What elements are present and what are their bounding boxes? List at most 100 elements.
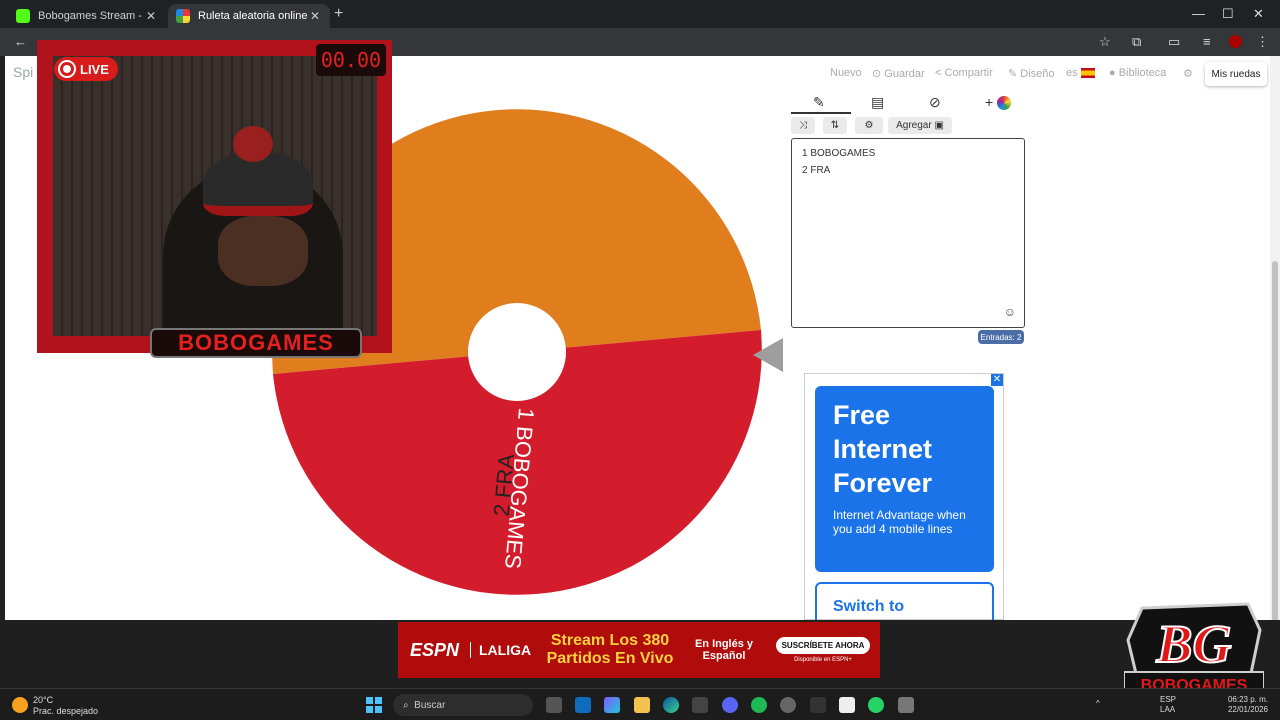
guardar-label: Guardar (884, 68, 925, 80)
agregar-label: Agregar (896, 120, 932, 131)
outlook-icon[interactable] (575, 697, 591, 713)
save-icon: ⊙ (872, 68, 882, 80)
weather-temp: 20°C (33, 695, 54, 705)
file-explorer-icon[interactable] (634, 697, 650, 713)
ad-headline-card[interactable]: Free Internet Forever Internet Advantage… (815, 386, 994, 572)
webcam-frame (37, 40, 392, 353)
record-dot-icon (60, 62, 74, 76)
windows-start-icon[interactable] (366, 697, 382, 713)
ad-switch-text: Switch to (833, 598, 905, 615)
hide-tab-icon[interactable]: ⊘ (929, 94, 941, 111)
side-ad[interactable]: ✕ Free Internet Forever Internet Advanta… (804, 373, 1004, 620)
banner-cta[interactable]: SUSCRÍBETE AHORA Disponible en ESPN+ (776, 637, 870, 663)
language-bottom: LAA (1160, 705, 1176, 714)
diseno-label: Diseño (1020, 68, 1055, 80)
language-select[interactable]: es (1066, 67, 1095, 79)
spain-flag-icon (1080, 68, 1095, 79)
shuffle-icon: ⤨ (799, 120, 807, 131)
search-icon: ⌕ (403, 699, 409, 711)
subscribe-button[interactable]: SUSCRÍBETE AHORA (776, 637, 870, 654)
task-view-icon[interactable] (546, 697, 562, 713)
weather-sun-icon (12, 697, 28, 713)
copilot-icon[interactable] (604, 697, 620, 713)
edge-icon[interactable] (663, 697, 679, 713)
tab-title: Ruleta aleatoria online – ruleta (198, 10, 308, 22)
entries-textarea[interactable]: 1 BOBOGAMES 2 FRA ☺ (791, 138, 1025, 328)
bookmark-star-icon[interactable]: ☆ (1099, 34, 1111, 50)
compartir-label: Compartir (944, 67, 993, 79)
clock[interactable]: 06:23 p. m. 22/01/2026 (1226, 695, 1268, 715)
settings-icon[interactable]: ⚙ (1183, 67, 1193, 80)
clock-time: 06:23 p. m. (1227, 695, 1268, 704)
mis-ruedas-button[interactable]: Mis ruedas (1205, 62, 1267, 86)
banner-headline: Stream Los 380 Partidos En Vivo (546, 632, 674, 667)
extensions-icon[interactable]: ⧉ (1132, 34, 1141, 50)
site-logo[interactable]: Spi (13, 64, 33, 80)
spotify-icon[interactable] (751, 697, 767, 713)
language-top: ESP (1160, 695, 1177, 704)
banner-ad[interactable]: ESPN LALIGA Stream Los 380 Partidos En V… (398, 622, 880, 678)
kick-favicon-icon (16, 9, 30, 23)
sort-button[interactable]: ⇅ (823, 117, 847, 134)
obs-icon[interactable] (780, 697, 796, 713)
edit-tab-icon[interactable]: ✎ (813, 94, 825, 111)
minimize-button[interactable]: — (1192, 6, 1205, 21)
maximize-button[interactable]: ☐ (1222, 6, 1234, 22)
whatsapp-icon[interactable] (868, 697, 884, 713)
weather-widget[interactable]: 20°C Prac. despejado (12, 695, 98, 717)
document-app-icon[interactable] (839, 697, 855, 713)
page-scrollbar[interactable] (1270, 56, 1280, 686)
wheel-pointer (753, 338, 783, 372)
svg-text:BG: BG (1155, 614, 1231, 674)
ad-headline-line: Internet (833, 434, 933, 464)
biblioteca-label: Biblioteca (1118, 67, 1167, 79)
back-icon[interactable]: ← (14, 34, 27, 49)
tab-ruleta[interactable]: Ruleta aleatoria online – ruleta ✕ (168, 4, 330, 28)
calculator-icon[interactable] (898, 697, 914, 713)
tab-bobogames-stream[interactable]: Bobogames Stream - Watch Li ✕ (8, 4, 166, 28)
scrollbar-thumb[interactable] (1272, 261, 1278, 681)
taskbar-search[interactable]: ⌕ Buscar (393, 694, 533, 716)
close-window-button[interactable]: ✕ (1253, 6, 1264, 22)
live-label: LIVE (80, 61, 109, 77)
shuffle-button[interactable]: ⤨ (791, 117, 815, 134)
store-icon[interactable] (692, 697, 708, 713)
tray-chevron-icon[interactable]: ^ (1096, 699, 1100, 709)
menu-icon[interactable]: ⋮ (1256, 34, 1269, 50)
espn-logo: ESPN (410, 639, 460, 660)
ad-switch-card[interactable]: Switch to (815, 582, 994, 620)
wheel-center-hole (468, 303, 566, 401)
language-label: es (1066, 67, 1078, 79)
ad-body: Internet Advantage when you add 4 mobile… (833, 508, 966, 536)
search-label: Buscar (414, 699, 446, 711)
laliga-logo: LALIGA (470, 642, 538, 658)
new-tab-button[interactable]: + (334, 5, 343, 23)
close-tab-icon[interactable]: ✕ (308, 9, 322, 23)
compartir-link[interactable]: < Compartir (935, 67, 993, 79)
agregar-button[interactable]: Agregar ▣ (888, 117, 952, 134)
app-icon[interactable] (810, 697, 826, 713)
stream-timer: 00.00 (316, 44, 386, 76)
tab-strip: Bobogames Stream - Watch Li ✕ Ruleta ale… (0, 0, 1280, 28)
settings-button[interactable]: ⚙ (855, 117, 883, 134)
language-indicator[interactable]: ESP LAA (1160, 695, 1176, 715)
emoji-icon[interactable]: ☺ (1004, 304, 1016, 321)
close-tab-icon[interactable]: ✕ (144, 9, 158, 23)
biblioteca-link[interactable]: ● Biblioteca (1109, 67, 1166, 79)
guardar-link[interactable]: ⊙ Guardar (872, 67, 925, 80)
ad-close-icon[interactable]: ✕ (991, 374, 1003, 386)
profile-avatar-icon[interactable] (1229, 35, 1242, 48)
ad-headline-line: Forever (833, 468, 933, 498)
discord-icon[interactable] (722, 697, 738, 713)
nuevo-link[interactable]: Nuevo (830, 67, 862, 79)
share-icon: < (935, 67, 942, 79)
cast-icon[interactable]: ▭ (1168, 34, 1180, 50)
weather-desc: Prac. despejado (33, 706, 99, 716)
media-icon[interactable]: ≡ (1203, 34, 1211, 49)
add-color-tab-icon[interactable]: + (985, 94, 1012, 111)
entries-count-badge: Entradas: 2 (978, 330, 1024, 344)
ad-headline-line: Free (833, 400, 891, 430)
clipboard-tab-icon[interactable]: ▤ (871, 94, 884, 111)
tab-title: Bobogames Stream - Watch Li (38, 10, 144, 22)
diseno-link[interactable]: ✎ Diseño (1008, 67, 1055, 80)
